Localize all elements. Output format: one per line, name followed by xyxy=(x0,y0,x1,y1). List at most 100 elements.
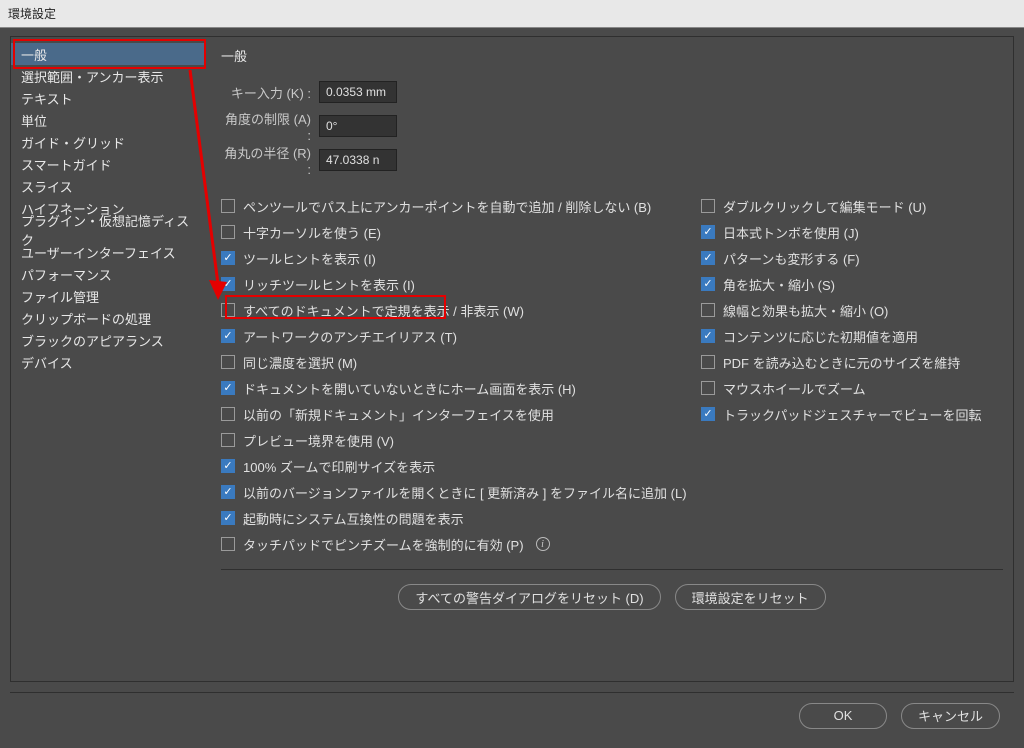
checkbox-label: トラックパッドジェスチャーでビューを回転 xyxy=(723,405,981,424)
checkbox-label: アートワークのアンチエイリアス (T) xyxy=(243,327,457,346)
checkbox-label: ダブルクリックして編集モード (U) xyxy=(723,197,926,216)
checkbox-label: 以前の「新規ドキュメント」インターフェイスを使用 xyxy=(243,405,554,424)
checkbox-row[interactable]: 以前のバージョンファイルを開くときに [ 更新済み ] をファイル名に追加 (L… xyxy=(221,479,701,505)
checkbox-label: コンテンツに応じた初期値を適用 xyxy=(723,327,918,346)
checkbox-row[interactable]: パターンも変形する (F) xyxy=(701,245,1003,271)
angle-input[interactable] xyxy=(319,115,397,137)
checkbox-row[interactable]: ダブルクリックして編集モード (U) xyxy=(701,193,1003,219)
checkbox-row[interactable]: 線幅と効果も拡大・縮小 (O) xyxy=(701,297,1003,323)
checkbox-label: ペンツールでパス上にアンカーポイントを自動で追加 / 削除しない (B) xyxy=(243,197,651,216)
checkbox-icon[interactable] xyxy=(221,355,235,369)
field-label: キー入力 (K) : xyxy=(221,83,311,102)
checkbox-row[interactable]: プレビュー境界を使用 (V) xyxy=(221,427,701,453)
sidebar-item-label: テキスト xyxy=(21,89,73,108)
checkbox-icon[interactable] xyxy=(701,199,715,213)
checkbox-icon[interactable] xyxy=(221,433,235,447)
checkbox-row[interactable]: 起動時にシステム互換性の問題を表示 xyxy=(221,505,701,531)
sidebar-item-label: スライス xyxy=(21,177,73,196)
sidebar-item-label: ファイル管理 xyxy=(21,287,99,306)
sidebar-item[interactable]: ガイド・グリッド xyxy=(11,131,205,153)
sidebar-item[interactable]: 一般 xyxy=(11,43,205,65)
checkbox-row[interactable]: アートワークのアンチエイリアス (T) xyxy=(221,323,701,349)
sidebar-item[interactable]: テキスト xyxy=(11,87,205,109)
sidebar-item[interactable]: スマートガイド xyxy=(11,153,205,175)
checkbox-icon[interactable] xyxy=(221,303,235,317)
action-row: すべての警告ダイアログをリセット (D) 環境設定をリセット xyxy=(221,584,1003,610)
info-icon[interactable]: i xyxy=(536,537,550,551)
footer: OK キャンセル xyxy=(10,692,1014,738)
ok-button[interactable]: OK xyxy=(799,703,887,729)
checkbox-row[interactable]: トラックパッドジェスチャーでビューを回転 xyxy=(701,401,1003,427)
cancel-button[interactable]: キャンセル xyxy=(901,703,1000,729)
checkbox-icon[interactable] xyxy=(221,407,235,421)
checkbox-column-left: ペンツールでパス上にアンカーポイントを自動で追加 / 削除しない (B) 十字カー… xyxy=(221,193,701,557)
sidebar-item[interactable]: ファイル管理 xyxy=(11,285,205,307)
sidebar-item[interactable]: スライス xyxy=(11,175,205,197)
field-label: 角丸の半径 (R) : xyxy=(221,143,311,177)
sidebar-item[interactable]: パフォーマンス xyxy=(11,263,205,285)
checkbox-row[interactable]: 同じ濃度を選択 (M) xyxy=(221,349,701,375)
sidebar-item[interactable]: プラグイン・仮想記憶ディスク xyxy=(11,219,205,241)
checkbox-icon[interactable] xyxy=(701,251,715,265)
checkbox-icon[interactable] xyxy=(221,199,235,213)
checkbox-icon[interactable] xyxy=(221,485,235,499)
title-bar: 環境設定 xyxy=(0,0,1024,28)
checkbox-icon[interactable] xyxy=(701,329,715,343)
checkbox-row[interactable]: ツールヒントを表示 (I) xyxy=(221,245,701,271)
reset-prefs-button[interactable]: 環境設定をリセット xyxy=(675,584,826,610)
checkbox-label: 100% ズームで印刷サイズを表示 xyxy=(243,457,435,476)
reset-warnings-button[interactable]: すべての警告ダイアログをリセット (D) xyxy=(398,584,660,610)
checkbox-icon[interactable] xyxy=(221,381,235,395)
dialog-title: 環境設定 xyxy=(8,5,56,22)
checkbox-row[interactable]: 日本式トンボを使用 (J) xyxy=(701,219,1003,245)
checkbox-row[interactable]: ドキュメントを開いていないときにホーム画面を表示 (H) xyxy=(221,375,701,401)
checkbox-row[interactable]: 100% ズームで印刷サイズを表示 xyxy=(221,453,701,479)
checkbox-row[interactable]: すべてのドキュメントで定規を表示 / 非表示 (W) xyxy=(221,297,701,323)
panel-title: 一般 xyxy=(221,43,1003,67)
checkbox-row[interactable]: 以前の「新規ドキュメント」インターフェイスを使用 xyxy=(221,401,701,427)
sidebar-item[interactable]: クリップボードの処理 xyxy=(11,307,205,329)
checkbox-label: 角を拡大・縮小 (S) xyxy=(723,275,835,294)
checkbox-icon[interactable] xyxy=(701,277,715,291)
sidebar-item-label: 一般 xyxy=(21,45,47,64)
checkbox-icon[interactable] xyxy=(221,329,235,343)
checkbox-icon[interactable] xyxy=(701,407,715,421)
checkbox-row[interactable]: コンテンツに応じた初期値を適用 xyxy=(701,323,1003,349)
checkbox-row[interactable]: 角を拡大・縮小 (S) xyxy=(701,271,1003,297)
checkbox-row[interactable]: 十字カーソルを使う (E) xyxy=(221,219,701,245)
checkbox-label: PDF を読み込むときに元のサイズを維持 xyxy=(723,353,960,372)
sidebar-item-label: スマートガイド xyxy=(21,155,112,174)
checkbox-label: ドキュメントを開いていないときにホーム画面を表示 (H) xyxy=(243,379,576,398)
key-input[interactable] xyxy=(319,81,397,103)
sidebar-item[interactable]: ユーザーインターフェイス xyxy=(11,241,205,263)
checkbox-icon[interactable] xyxy=(701,381,715,395)
sidebar-item-label: 選択範囲・アンカー表示 xyxy=(21,67,163,86)
checkbox-icon[interactable] xyxy=(221,511,235,525)
checkbox-row[interactable]: マウスホイールでズーム xyxy=(701,375,1003,401)
checkbox-icon[interactable] xyxy=(221,459,235,473)
checkbox-label: ツールヒントを表示 (I) xyxy=(243,249,376,268)
corner-radius-input[interactable] xyxy=(319,149,397,171)
checkbox-icon[interactable] xyxy=(701,355,715,369)
sidebar-item[interactable]: 選択範囲・アンカー表示 xyxy=(11,65,205,87)
content-area: 一般選択範囲・アンカー表示テキスト単位ガイド・グリッドスマートガイドスライスハイ… xyxy=(10,36,1014,682)
field-angle: 角度の制限 (A) : xyxy=(221,109,1003,143)
panel-general: 一般 キー入力 (K) : 角度の制限 (A) : 角丸の半径 (R) : ペン… xyxy=(205,37,1013,681)
checkbox-icon[interactable] xyxy=(221,537,235,551)
checkbox-icon[interactable] xyxy=(221,277,235,291)
sidebar-item[interactable]: デバイス xyxy=(11,351,205,373)
sidebar-item[interactable]: 単位 xyxy=(11,109,205,131)
checkbox-icon[interactable] xyxy=(221,251,235,265)
checkbox-icon[interactable] xyxy=(701,303,715,317)
sidebar-item[interactable]: ブラックのアピアランス xyxy=(11,329,205,351)
checkbox-row[interactable]: リッチツールヒントを表示 (I) xyxy=(221,271,701,297)
panel-separator xyxy=(221,569,1003,570)
checkbox-label: 起動時にシステム互換性の問題を表示 xyxy=(243,509,464,528)
sidebar-item-label: パフォーマンス xyxy=(21,265,112,284)
checkbox-row[interactable]: PDF を読み込むときに元のサイズを維持 xyxy=(701,349,1003,375)
checkbox-row[interactable]: ペンツールでパス上にアンカーポイントを自動で追加 / 削除しない (B) xyxy=(221,193,701,219)
checkbox-icon[interactable] xyxy=(221,225,235,239)
checkbox-row[interactable]: タッチパッドでピンチズームを強制的に有効 (P)i xyxy=(221,531,701,557)
checkbox-label: 線幅と効果も拡大・縮小 (O) xyxy=(723,301,888,320)
checkbox-icon[interactable] xyxy=(701,225,715,239)
